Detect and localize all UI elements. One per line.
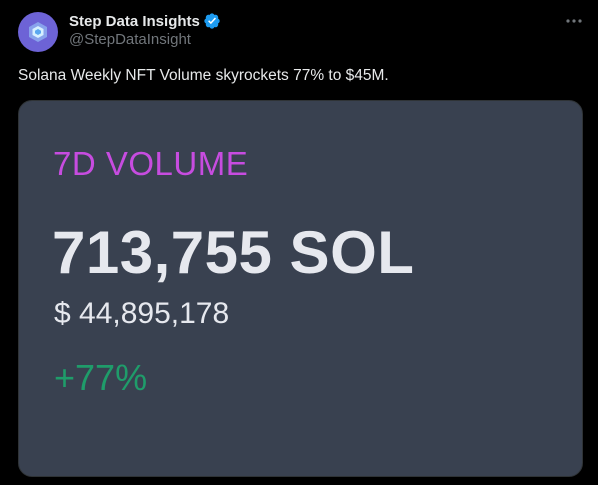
media-card[interactable]: 7D VOLUME 713,755 SOL $ 44,895,178 +77% xyxy=(18,100,583,477)
card-volume-usd: $ 44,895,178 xyxy=(54,297,230,330)
author-avatar[interactable] xyxy=(18,12,58,52)
author-display-name[interactable]: Step Data Insights xyxy=(69,13,200,30)
author-handle[interactable]: @StepDataInsight xyxy=(69,31,191,48)
step-logo-icon xyxy=(29,22,47,42)
verified-badge-icon[interactable] xyxy=(203,12,221,30)
author-name-row: Step Data Insights xyxy=(69,11,221,31)
card-volume-label: 7D VOLUME xyxy=(53,145,249,182)
more-options-icon[interactable] xyxy=(562,11,586,31)
card-volume-sol: 713,755 SOL xyxy=(52,219,415,286)
tweet-text: Solana Weekly NFT Volume skyrockets 77% … xyxy=(18,67,389,84)
card-change-percent: +77% xyxy=(54,357,148,398)
tweet: Step Data Insights @StepDataInsight Sola… xyxy=(0,0,598,485)
